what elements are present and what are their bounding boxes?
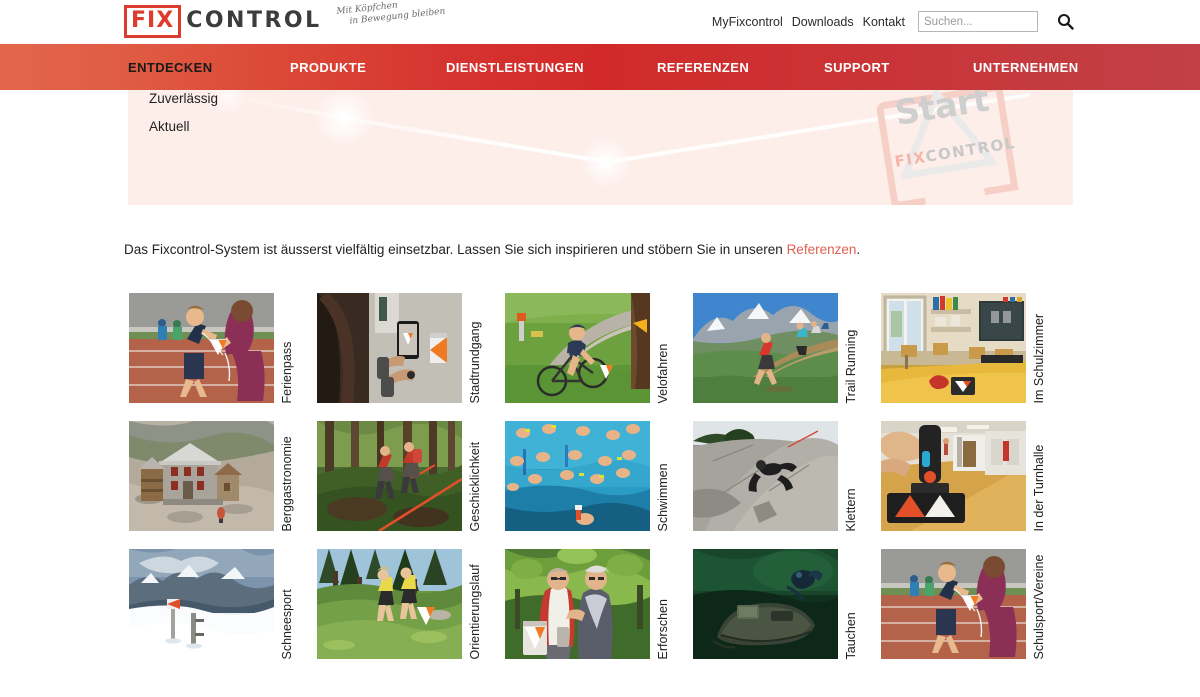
search-input[interactable] <box>918 11 1038 32</box>
gallery-thumbnail-snow-field[interactable] <box>129 549 274 659</box>
topnav-item-downloads[interactable]: Downloads <box>792 15 854 29</box>
reference-gallery: Ferienpass Stadtrundgang Velofahren Trai… <box>129 293 1089 677</box>
gallery-card-label: Schulsport/Vereine <box>1031 554 1046 659</box>
gallery-card-label: Berggastronomie <box>279 435 294 531</box>
gallery-card-label: Stadtrundgang <box>467 320 482 403</box>
gallery-card-label-wrap: Schneesport <box>274 549 300 659</box>
mainnav-item-support[interactable]: SUPPORT <box>824 44 890 90</box>
gallery-card-label-wrap: In der Turnhalle <box>1026 421 1052 531</box>
gallery-card-label: Geschicklichkeit <box>467 441 482 531</box>
header-bar: FIX CONTROL Mit Köpfchen in Bewegung ble… <box>0 0 1200 44</box>
search-submit-button[interactable] <box>1057 13 1074 30</box>
gallery-card-label: Im Schulzimmer <box>1031 313 1046 403</box>
gallery-card[interactable]: Schulsport/Vereine <box>881 549 1053 659</box>
gallery-card-label-wrap: Velofahren <box>650 293 676 403</box>
gallery-thumbnail-track-handover[interactable] <box>129 293 274 403</box>
gallery-thumbnail-phone-wall[interactable] <box>317 293 462 403</box>
gallery-card-label: Tauchen <box>843 611 858 659</box>
gallery-card[interactable]: Schwimmen <box>505 421 677 531</box>
hero-submenu-item-aktuell[interactable]: Aktuell <box>149 119 218 134</box>
gallery-card-label-wrap: Tauchen <box>838 549 864 659</box>
gallery-card-label: Ferienpass <box>279 341 294 403</box>
gallery-thumbnail-gym-hall[interactable] <box>881 421 1026 531</box>
gallery-card-label-wrap: Berggastronomie <box>274 421 300 531</box>
gallery-thumbnail-track-handover[interactable] <box>881 549 1026 659</box>
gallery-card[interactable]: Berggastronomie <box>129 421 301 531</box>
gallery-card[interactable]: Erforschen <box>505 549 677 659</box>
gallery-card-label-wrap: Schulsport/Vereine <box>1026 549 1052 659</box>
gallery-card[interactable]: Im Schulzimmer <box>881 293 1053 403</box>
gallery-card[interactable]: Orientierungslauf <box>317 549 489 659</box>
gallery-thumbnail-forest-rope[interactable] <box>317 421 462 531</box>
gallery-card-label: Klettern <box>843 487 858 531</box>
gallery-card-label-wrap: Klettern <box>838 421 864 531</box>
gallery-thumbnail-seniors[interactable] <box>505 549 650 659</box>
mainnav-item-dienstleistungen[interactable]: DIENSTLEISTUNGEN <box>446 44 584 90</box>
gallery-thumbnail-rock-climb[interactable] <box>693 421 838 531</box>
gallery-thumbnail-underwater[interactable] <box>693 549 838 659</box>
gallery-card-label-wrap: Stadtrundgang <box>462 293 488 403</box>
gallery-card[interactable]: Trail Running <box>693 293 865 403</box>
gallery-card[interactable]: Tauchen <box>693 549 865 659</box>
gallery-card[interactable]: In der Turnhalle <box>881 421 1053 531</box>
utility-navigation: MyFixcontrol Downloads Kontakt <box>712 11 1074 32</box>
gallery-card-label: Erforschen <box>655 598 670 659</box>
main-navigation: ENTDECKEN PRODUKTE DIENSTLEISTUNGEN REFEREN… <box>0 44 1200 90</box>
topnav-item-myfixcontrol[interactable]: MyFixcontrol <box>712 15 783 29</box>
gallery-card[interactable]: Klettern <box>693 421 865 531</box>
gallery-card-label-wrap: Geschicklichkeit <box>462 421 488 531</box>
gallery-card-label-wrap: Trail Running <box>838 293 864 403</box>
referenzen-link[interactable]: Referenzen <box>787 242 857 257</box>
mainnav-item-referenzen[interactable]: REFERENZEN <box>657 44 749 90</box>
gallery-card-label: Schneesport <box>279 588 294 659</box>
gallery-card-label: Trail Running <box>843 329 858 403</box>
mainnav-item-produkte[interactable]: PRODUKTE <box>290 44 366 90</box>
hero-submenu: Zuverlässig Aktuell <box>149 91 218 147</box>
gallery-card[interactable]: Geschicklichkeit <box>317 421 489 531</box>
gallery-card-label-wrap: Im Schulzimmer <box>1026 293 1052 403</box>
mainnav-item-unternehmen[interactable]: UNTERNEHMEN <box>973 44 1079 90</box>
gallery-card-label-wrap: Orientierungslauf <box>462 549 488 659</box>
hero-banner: Zuverlässig Aktuell Start FIXCONTROL <box>128 90 1073 205</box>
intro-text-before: Das Fixcontrol-System ist äusserst vielf… <box>124 242 787 257</box>
gallery-card[interactable]: Schneesport <box>129 549 301 659</box>
intro-text-after: . <box>856 242 861 257</box>
logo-tagline: Mit Köpfchen in Bewegung bleiben <box>336 0 446 29</box>
gallery-thumbnail-pool[interactable] <box>505 421 650 531</box>
gallery-card[interactable]: Ferienpass <box>129 293 301 403</box>
gallery-card-label-wrap: Schwimmen <box>650 421 676 531</box>
gallery-card-label: Velofahren <box>655 343 670 403</box>
topnav-item-kontakt[interactable]: Kontakt <box>863 15 905 29</box>
gallery-card[interactable]: Stadtrundgang <box>317 293 489 403</box>
logo-control-text: CONTROL <box>186 8 322 33</box>
gallery-card-label: Orientierungslauf <box>467 563 482 659</box>
gallery-card-label: Schwimmen <box>655 462 670 531</box>
gallery-card[interactable]: Velofahren <box>505 293 677 403</box>
start-sign-graphic: Start FIXCONTROL <box>866 90 1034 205</box>
gallery-card-label-wrap: Erforschen <box>650 549 676 659</box>
intro-paragraph: Das Fixcontrol-System ist äusserst vielf… <box>124 240 860 260</box>
gallery-thumbnail-mountain-trail[interactable] <box>693 293 838 403</box>
main-navigation-inner: ENTDECKEN PRODUKTE DIENSTLEISTUNGEN REFEREN… <box>0 44 1200 90</box>
hero-submenu-item-zuverlaessig[interactable]: Zuverlässig <box>149 91 218 106</box>
gallery-thumbnail-mountain-hut[interactable] <box>129 421 274 531</box>
gallery-thumbnail-bike-path[interactable] <box>505 293 650 403</box>
search-icon <box>1057 13 1074 30</box>
gallery-thumbnail-classroom[interactable] <box>881 293 1026 403</box>
gallery-card-label: In der Turnhalle <box>1031 444 1046 531</box>
site-logo[interactable]: FIX CONTROL Mit Köpfchen in Bewegung ble… <box>124 1 445 38</box>
mainnav-item-entdecken[interactable]: ENTDECKEN <box>128 44 213 90</box>
gallery-thumbnail-forest-run[interactable] <box>317 549 462 659</box>
logo-fix-mark: FIX <box>124 5 182 38</box>
gallery-card-label-wrap: Ferienpass <box>274 293 300 403</box>
